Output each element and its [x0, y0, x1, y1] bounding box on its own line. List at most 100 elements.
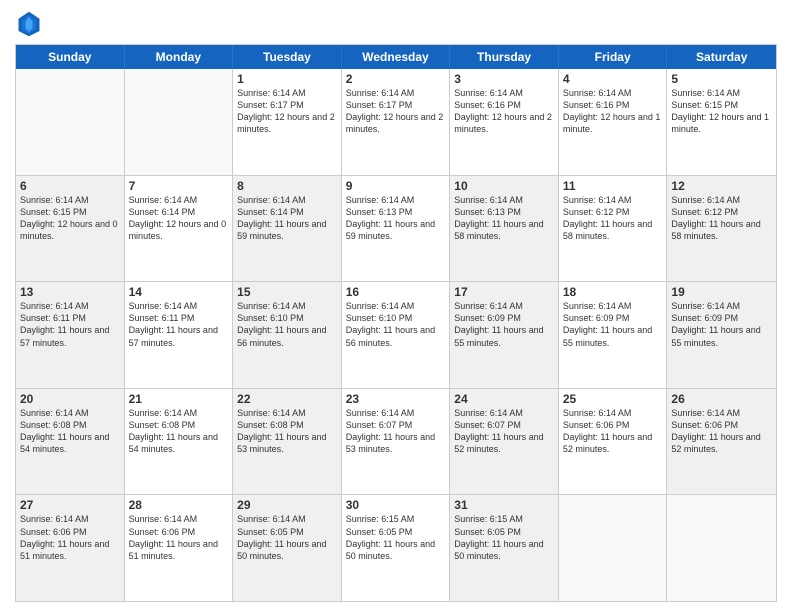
- day-number: 1: [237, 72, 337, 86]
- calendar-header: SundayMondayTuesdayWednesdayThursdayFrid…: [16, 45, 776, 69]
- cell-info: Sunrise: 6:14 AM Sunset: 6:16 PM Dayligh…: [563, 87, 663, 136]
- calendar-cell: 6Sunrise: 6:14 AM Sunset: 6:15 PM Daylig…: [16, 176, 125, 282]
- calendar-cell: 14Sunrise: 6:14 AM Sunset: 6:11 PM Dayli…: [125, 282, 234, 388]
- cell-info: Sunrise: 6:14 AM Sunset: 6:12 PM Dayligh…: [563, 194, 663, 243]
- day-number: 30: [346, 498, 446, 512]
- day-number: 12: [671, 179, 772, 193]
- calendar-week-3: 13Sunrise: 6:14 AM Sunset: 6:11 PM Dayli…: [16, 281, 776, 388]
- day-number: 24: [454, 392, 554, 406]
- calendar-cell: 9Sunrise: 6:14 AM Sunset: 6:13 PM Daylig…: [342, 176, 451, 282]
- day-number: 22: [237, 392, 337, 406]
- cell-info: Sunrise: 6:15 AM Sunset: 6:05 PM Dayligh…: [346, 513, 446, 562]
- cell-info: Sunrise: 6:15 AM Sunset: 6:05 PM Dayligh…: [454, 513, 554, 562]
- cell-info: Sunrise: 6:14 AM Sunset: 6:17 PM Dayligh…: [346, 87, 446, 136]
- day-number: 29: [237, 498, 337, 512]
- calendar-cell: [16, 69, 125, 175]
- cell-info: Sunrise: 6:14 AM Sunset: 6:12 PM Dayligh…: [671, 194, 772, 243]
- calendar-cell: 24Sunrise: 6:14 AM Sunset: 6:07 PM Dayli…: [450, 389, 559, 495]
- header-day-wednesday: Wednesday: [342, 45, 451, 69]
- day-number: 17: [454, 285, 554, 299]
- cell-info: Sunrise: 6:14 AM Sunset: 6:07 PM Dayligh…: [454, 407, 554, 456]
- cell-info: Sunrise: 6:14 AM Sunset: 6:15 PM Dayligh…: [20, 194, 120, 243]
- day-number: 18: [563, 285, 663, 299]
- calendar-cell: 23Sunrise: 6:14 AM Sunset: 6:07 PM Dayli…: [342, 389, 451, 495]
- day-number: 31: [454, 498, 554, 512]
- calendar-cell: 2Sunrise: 6:14 AM Sunset: 6:17 PM Daylig…: [342, 69, 451, 175]
- cell-info: Sunrise: 6:14 AM Sunset: 6:06 PM Dayligh…: [671, 407, 772, 456]
- day-number: 5: [671, 72, 772, 86]
- day-number: 8: [237, 179, 337, 193]
- header-day-monday: Monday: [125, 45, 234, 69]
- cell-info: Sunrise: 6:14 AM Sunset: 6:08 PM Dayligh…: [20, 407, 120, 456]
- day-number: 6: [20, 179, 120, 193]
- header: [15, 10, 777, 38]
- calendar-cell: 27Sunrise: 6:14 AM Sunset: 6:06 PM Dayli…: [16, 495, 125, 601]
- calendar-cell: 3Sunrise: 6:14 AM Sunset: 6:16 PM Daylig…: [450, 69, 559, 175]
- calendar-week-4: 20Sunrise: 6:14 AM Sunset: 6:08 PM Dayli…: [16, 388, 776, 495]
- calendar-cell: [559, 495, 668, 601]
- calendar-body: 1Sunrise: 6:14 AM Sunset: 6:17 PM Daylig…: [16, 69, 776, 601]
- cell-info: Sunrise: 6:14 AM Sunset: 6:08 PM Dayligh…: [237, 407, 337, 456]
- calendar-cell: 25Sunrise: 6:14 AM Sunset: 6:06 PM Dayli…: [559, 389, 668, 495]
- day-number: 15: [237, 285, 337, 299]
- calendar-week-2: 6Sunrise: 6:14 AM Sunset: 6:15 PM Daylig…: [16, 175, 776, 282]
- cell-info: Sunrise: 6:14 AM Sunset: 6:08 PM Dayligh…: [129, 407, 229, 456]
- day-number: 9: [346, 179, 446, 193]
- calendar-cell: 11Sunrise: 6:14 AM Sunset: 6:12 PM Dayli…: [559, 176, 668, 282]
- logo: [15, 10, 47, 38]
- day-number: 19: [671, 285, 772, 299]
- header-day-thursday: Thursday: [450, 45, 559, 69]
- day-number: 27: [20, 498, 120, 512]
- cell-info: Sunrise: 6:14 AM Sunset: 6:06 PM Dayligh…: [563, 407, 663, 456]
- calendar-cell: 20Sunrise: 6:14 AM Sunset: 6:08 PM Dayli…: [16, 389, 125, 495]
- cell-info: Sunrise: 6:14 AM Sunset: 6:13 PM Dayligh…: [454, 194, 554, 243]
- day-number: 3: [454, 72, 554, 86]
- calendar-week-1: 1Sunrise: 6:14 AM Sunset: 6:17 PM Daylig…: [16, 69, 776, 175]
- page: SundayMondayTuesdayWednesdayThursdayFrid…: [0, 0, 792, 612]
- cell-info: Sunrise: 6:14 AM Sunset: 6:09 PM Dayligh…: [671, 300, 772, 349]
- cell-info: Sunrise: 6:14 AM Sunset: 6:06 PM Dayligh…: [129, 513, 229, 562]
- calendar-cell: 17Sunrise: 6:14 AM Sunset: 6:09 PM Dayli…: [450, 282, 559, 388]
- cell-info: Sunrise: 6:14 AM Sunset: 6:13 PM Dayligh…: [346, 194, 446, 243]
- calendar-cell: 22Sunrise: 6:14 AM Sunset: 6:08 PM Dayli…: [233, 389, 342, 495]
- calendar-cell: 30Sunrise: 6:15 AM Sunset: 6:05 PM Dayli…: [342, 495, 451, 601]
- calendar-cell: 8Sunrise: 6:14 AM Sunset: 6:14 PM Daylig…: [233, 176, 342, 282]
- day-number: 26: [671, 392, 772, 406]
- cell-info: Sunrise: 6:14 AM Sunset: 6:06 PM Dayligh…: [20, 513, 120, 562]
- header-day-friday: Friday: [559, 45, 668, 69]
- day-number: 4: [563, 72, 663, 86]
- calendar-cell: 13Sunrise: 6:14 AM Sunset: 6:11 PM Dayli…: [16, 282, 125, 388]
- cell-info: Sunrise: 6:14 AM Sunset: 6:14 PM Dayligh…: [129, 194, 229, 243]
- day-number: 16: [346, 285, 446, 299]
- cell-info: Sunrise: 6:14 AM Sunset: 6:07 PM Dayligh…: [346, 407, 446, 456]
- day-number: 13: [20, 285, 120, 299]
- day-number: 20: [20, 392, 120, 406]
- calendar-cell: 16Sunrise: 6:14 AM Sunset: 6:10 PM Dayli…: [342, 282, 451, 388]
- cell-info: Sunrise: 6:14 AM Sunset: 6:11 PM Dayligh…: [20, 300, 120, 349]
- cell-info: Sunrise: 6:14 AM Sunset: 6:16 PM Dayligh…: [454, 87, 554, 136]
- header-day-saturday: Saturday: [667, 45, 776, 69]
- calendar-cell: 15Sunrise: 6:14 AM Sunset: 6:10 PM Dayli…: [233, 282, 342, 388]
- header-day-sunday: Sunday: [16, 45, 125, 69]
- calendar-cell: 18Sunrise: 6:14 AM Sunset: 6:09 PM Dayli…: [559, 282, 668, 388]
- day-number: 10: [454, 179, 554, 193]
- cell-info: Sunrise: 6:14 AM Sunset: 6:11 PM Dayligh…: [129, 300, 229, 349]
- logo-icon: [15, 10, 43, 38]
- calendar-cell: 4Sunrise: 6:14 AM Sunset: 6:16 PM Daylig…: [559, 69, 668, 175]
- calendar-cell: 31Sunrise: 6:15 AM Sunset: 6:05 PM Dayli…: [450, 495, 559, 601]
- day-number: 28: [129, 498, 229, 512]
- cell-info: Sunrise: 6:14 AM Sunset: 6:14 PM Dayligh…: [237, 194, 337, 243]
- day-number: 14: [129, 285, 229, 299]
- calendar-cell: 19Sunrise: 6:14 AM Sunset: 6:09 PM Dayli…: [667, 282, 776, 388]
- cell-info: Sunrise: 6:14 AM Sunset: 6:09 PM Dayligh…: [454, 300, 554, 349]
- calendar: SundayMondayTuesdayWednesdayThursdayFrid…: [15, 44, 777, 602]
- cell-info: Sunrise: 6:14 AM Sunset: 6:15 PM Dayligh…: [671, 87, 772, 136]
- calendar-cell: 26Sunrise: 6:14 AM Sunset: 6:06 PM Dayli…: [667, 389, 776, 495]
- calendar-cell: 5Sunrise: 6:14 AM Sunset: 6:15 PM Daylig…: [667, 69, 776, 175]
- cell-info: Sunrise: 6:14 AM Sunset: 6:09 PM Dayligh…: [563, 300, 663, 349]
- cell-info: Sunrise: 6:14 AM Sunset: 6:10 PM Dayligh…: [346, 300, 446, 349]
- day-number: 2: [346, 72, 446, 86]
- calendar-cell: 21Sunrise: 6:14 AM Sunset: 6:08 PM Dayli…: [125, 389, 234, 495]
- calendar-cell: 28Sunrise: 6:14 AM Sunset: 6:06 PM Dayli…: [125, 495, 234, 601]
- cell-info: Sunrise: 6:14 AM Sunset: 6:17 PM Dayligh…: [237, 87, 337, 136]
